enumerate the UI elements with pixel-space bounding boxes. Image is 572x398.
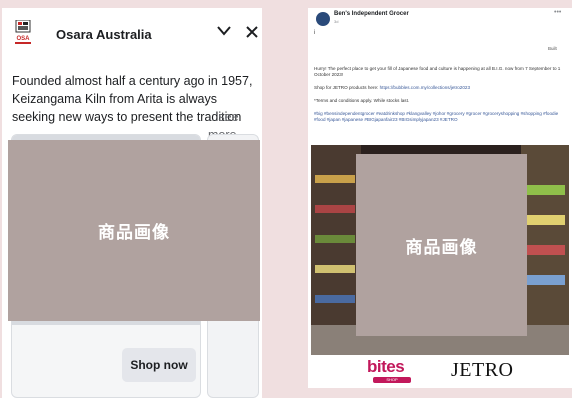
bites-logo: bites [367,357,405,376]
post-subline: i [314,30,316,36]
post-shop-line: Shop for JETRO products here: https://bu… [314,85,566,91]
brand-logo-text: OSA [16,36,30,42]
post-hashtags[interactable]: #big #bensindependentgrocer #eatdrinksho… [314,111,566,123]
shop-now-button[interactable]: Shop now [122,348,196,382]
bites-logo-sub: SHOP [373,377,411,383]
post-shop-text: Shop for JETRO products here: [314,85,380,90]
jetro-logo: JETRO [451,359,514,381]
more-options-icon[interactable]: ••• [554,9,561,16]
brand-name[interactable]: Osara Australia [56,27,152,42]
ad-header: OSA Osara Australia [10,16,258,52]
chevron-down-icon[interactable] [217,26,231,36]
close-icon[interactable] [246,26,258,38]
avatar[interactable] [316,12,330,26]
product-image-placeholder-left: 商品画像 [8,140,260,321]
post-terms: *Terms and conditions apply. While stock… [314,98,410,103]
post-author[interactable]: Ben's Independent Grocer [334,11,409,17]
post-translate: Built [548,46,557,51]
post-shop-link[interactable]: https://bubbles.com.my/collections/jetro… [380,85,470,90]
sponsor-logos: bites SHOP JETRO [311,355,569,388]
post-main-text: Hurry! The perfect place to get your fil… [314,66,561,77]
brand-logo-icon[interactable]: OSA [14,20,32,48]
product-image-placeholder-right: 商品画像 [356,154,527,336]
post-body: Hurry! The perfect place to get your fil… [314,66,566,130]
post-timestamp: 3d [334,19,339,24]
ad-description: Founded almost half a century ago in 195… [12,72,258,142]
